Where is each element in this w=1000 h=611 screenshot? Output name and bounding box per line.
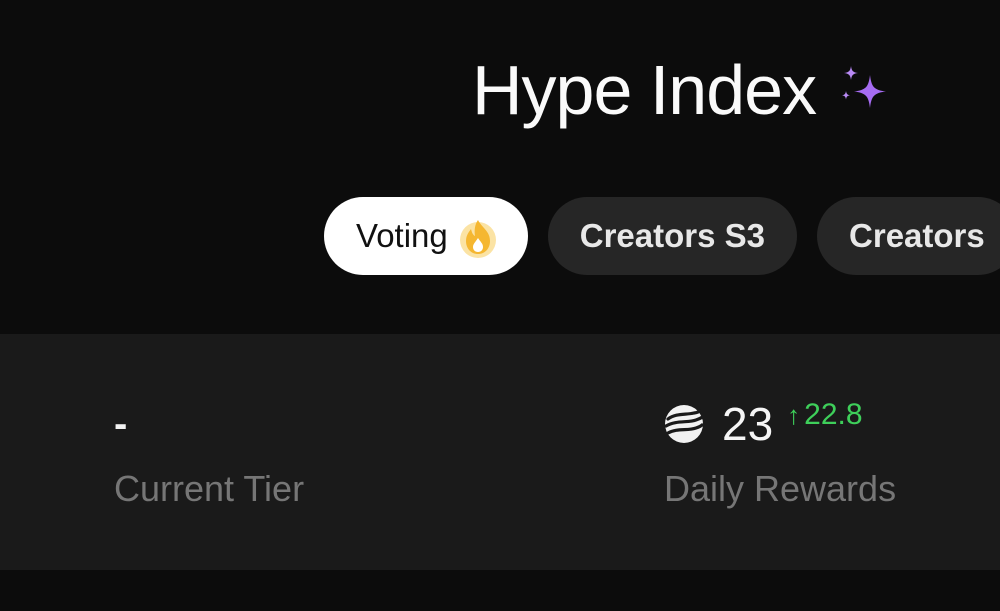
flame-icon bbox=[459, 220, 496, 258]
hype-index-page: Hype Index Voting Creators S3 Creators - bbox=[0, 0, 1000, 611]
current-tier-value: - bbox=[114, 401, 128, 446]
tab-creators-s3[interactable]: Creators S3 bbox=[547, 197, 798, 275]
current-tier-label: Current Tier bbox=[114, 468, 305, 509]
daily-rewards-label: Daily Rewards bbox=[664, 468, 897, 509]
current-tier-stat: - Current Tier bbox=[114, 396, 304, 510]
sparkle-icon bbox=[842, 66, 887, 108]
page-title: Hype Index bbox=[472, 51, 817, 129]
daily-rewards-delta: ↑ 22.8 bbox=[787, 398, 862, 432]
tab-creators-s3-label: Creators S3 bbox=[579, 217, 766, 254]
daily-rewards-stat: 23 ↑ 22.8 Daily Rewards bbox=[664, 396, 896, 510]
stats-panel: - Current Tier 23 ↑ 22.8 Daily Rewards bbox=[0, 334, 1000, 570]
tab-creators[interactable]: Creators bbox=[817, 197, 1000, 275]
page-header: Hype Index bbox=[472, 50, 892, 130]
tab-creators-label: Creators bbox=[849, 217, 985, 254]
daily-rewards-delta-value: 22.8 bbox=[804, 398, 863, 431]
tab-bar: Voting Creators S3 Creators bbox=[324, 197, 1000, 275]
tab-voting[interactable]: Voting bbox=[324, 197, 528, 275]
tab-voting-label: Voting bbox=[356, 217, 448, 254]
arrow-up-icon: ↑ bbox=[787, 399, 801, 430]
daily-rewards-value: 23 bbox=[722, 398, 774, 450]
coin-icon bbox=[664, 405, 704, 443]
